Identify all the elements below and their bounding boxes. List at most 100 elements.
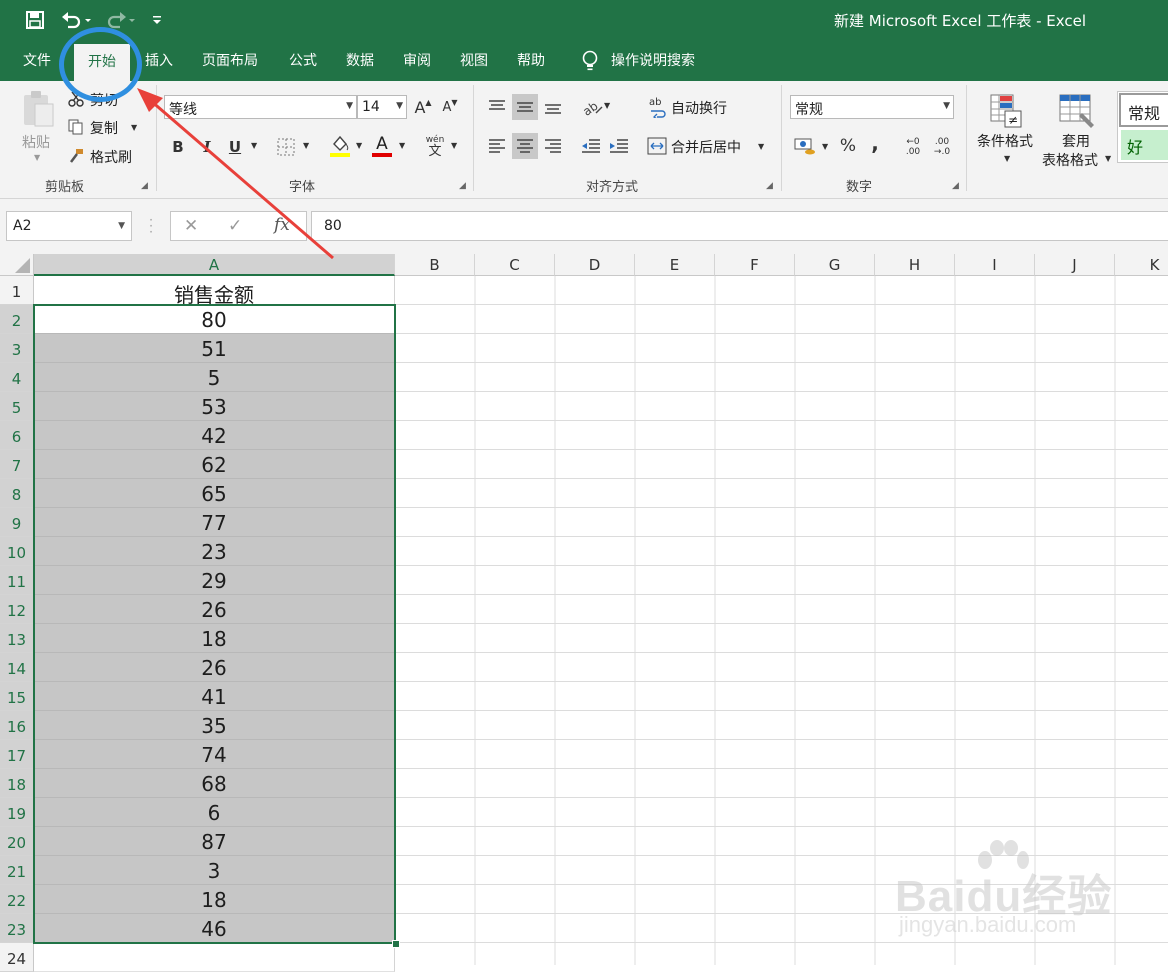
column-header-e[interactable]: E — [635, 254, 715, 276]
accounting-format-icon[interactable] — [793, 135, 817, 157]
conditional-format-icon[interactable]: ≠ — [988, 91, 1024, 131]
paste-icon[interactable] — [20, 89, 56, 129]
cell-a[interactable]: 3 — [34, 856, 395, 885]
cell-a[interactable]: 18 — [34, 885, 395, 914]
tab-formulas[interactable]: 公式 — [289, 48, 317, 74]
row-header[interactable]: 1 — [0, 276, 34, 305]
decrease-font-icon[interactable]: A ▼ — [440, 97, 460, 117]
wrap-text-icon[interactable]: ab — [647, 95, 669, 119]
row-header[interactable]: 8 — [0, 479, 34, 508]
table-format-label-1[interactable]: 套用 — [1062, 131, 1090, 151]
conditional-format-dropdown-icon[interactable]: ▼ — [1004, 154, 1010, 163]
select-all-button[interactable] — [0, 254, 34, 276]
percent-style-button[interactable]: % — [837, 134, 859, 158]
table-format-icon[interactable] — [1057, 91, 1097, 131]
column-header-h[interactable]: H — [875, 254, 955, 276]
decrease-indent-icon[interactable] — [578, 133, 604, 159]
cell-a[interactable]: 26 — [34, 595, 395, 624]
row-header[interactable]: 23 — [0, 914, 34, 943]
cell-a[interactable]: 62 — [34, 450, 395, 479]
cell-a[interactable]: 41 — [34, 682, 395, 711]
wrap-text-button[interactable]: 自动换行 — [671, 98, 727, 118]
row-header[interactable]: 21 — [0, 856, 34, 885]
column-header-d[interactable]: D — [555, 254, 635, 276]
row-header[interactable]: 6 — [0, 421, 34, 450]
copy-icon[interactable] — [67, 118, 85, 136]
row-header[interactable]: 17 — [0, 740, 34, 769]
row-header[interactable]: 16 — [0, 711, 34, 740]
table-format-dropdown-icon[interactable]: ▼ — [1105, 154, 1111, 163]
cell-a[interactable]: 35 — [34, 711, 395, 740]
chevron-down-icon[interactable]: ▼ — [118, 221, 125, 231]
column-header-i[interactable]: I — [955, 254, 1035, 276]
column-header-k[interactable]: K — [1115, 254, 1168, 276]
cell-a[interactable] — [34, 943, 395, 972]
format-painter-icon[interactable] — [67, 147, 85, 165]
row-header[interactable]: 24 — [0, 943, 34, 972]
column-header-c[interactable]: C — [475, 254, 555, 276]
merge-center-button[interactable]: 合并后居中 — [671, 137, 741, 157]
fill-handle[interactable] — [392, 940, 400, 948]
number-format-combo[interactable]: 常规 ▼ — [790, 95, 954, 119]
font-color-icon[interactable]: A — [371, 133, 393, 159]
cell-a[interactable]: 77 — [34, 508, 395, 537]
row-header[interactable]: 18 — [0, 769, 34, 798]
align-center-icon[interactable] — [512, 133, 538, 159]
cell-a[interactable]: 26 — [34, 653, 395, 682]
row-header[interactable]: 4 — [0, 363, 34, 392]
formula-input[interactable]: 80 — [311, 211, 1168, 241]
cell-a[interactable]: 74 — [34, 740, 395, 769]
name-box[interactable]: A2 ▼ — [6, 211, 132, 241]
row-header[interactable]: 5 — [0, 392, 34, 421]
cell-a[interactable]: 18 — [34, 624, 395, 653]
row-header[interactable]: 9 — [0, 508, 34, 537]
cell-a[interactable]: 23 — [34, 537, 395, 566]
orientation-icon[interactable]: ab — [580, 94, 606, 120]
tell-me-search[interactable]: 操作说明搜索 — [611, 48, 695, 74]
row-header[interactable]: 12 — [0, 595, 34, 624]
phonetic-icon[interactable]: wén 文 — [423, 133, 447, 159]
font-color-dropdown-icon[interactable]: ▼ — [399, 141, 405, 150]
cell-a[interactable]: 68 — [34, 769, 395, 798]
decrease-decimal-icon[interactable]: .00 →.0 — [929, 135, 955, 159]
number-launcher-icon[interactable]: ◢ — [952, 181, 959, 191]
merge-center-icon[interactable] — [646, 135, 668, 157]
alignment-launcher-icon[interactable]: ◢ — [766, 181, 773, 191]
header-cell-a1[interactable]: 销售金额 — [34, 276, 395, 307]
lightbulb-icon[interactable] — [579, 48, 601, 74]
tab-data[interactable]: 数据 — [346, 48, 374, 74]
row-header[interactable]: 2 — [0, 305, 34, 334]
merge-dropdown-icon[interactable]: ▼ — [758, 142, 764, 151]
save-icon[interactable] — [22, 8, 48, 32]
font-launcher-icon[interactable]: ◢ — [459, 181, 466, 191]
column-header-j[interactable]: J — [1035, 254, 1115, 276]
font-size-combo[interactable]: 14 ▼ — [357, 95, 407, 119]
align-top-icon[interactable] — [484, 94, 510, 120]
cell-a[interactable]: 42 — [34, 421, 395, 450]
cell-styles-gallery[interactable]: 常规 好 — [1117, 91, 1168, 163]
align-right-icon[interactable] — [540, 133, 566, 159]
column-header-g[interactable]: G — [795, 254, 875, 276]
style-normal[interactable]: 常规 — [1119, 93, 1168, 127]
paste-button[interactable]: 粘贴 — [22, 132, 50, 152]
row-header[interactable]: 14 — [0, 653, 34, 682]
row-header[interactable]: 13 — [0, 624, 34, 653]
increase-font-icon[interactable]: A ▲ — [413, 97, 433, 117]
row-header[interactable]: 19 — [0, 798, 34, 827]
row-header[interactable]: 20 — [0, 827, 34, 856]
column-header-b[interactable]: B — [395, 254, 475, 276]
tab-review[interactable]: 审阅 — [403, 48, 431, 74]
cell-a[interactable]: 53 — [34, 392, 395, 421]
copy-button[interactable]: 复制 — [90, 118, 118, 138]
chevron-down-icon[interactable]: ▼ — [396, 101, 403, 111]
align-bottom-icon[interactable] — [540, 94, 566, 120]
row-header[interactable]: 11 — [0, 566, 34, 595]
orientation-dropdown-icon[interactable]: ▼ — [604, 101, 610, 110]
cell-a[interactable]: 29 — [34, 566, 395, 595]
row-header[interactable]: 3 — [0, 334, 34, 363]
accounting-dropdown-icon[interactable]: ▼ — [822, 142, 828, 151]
column-header-f[interactable]: F — [715, 254, 795, 276]
chevron-down-icon[interactable]: ▼ — [346, 101, 353, 111]
tab-view[interactable]: 视图 — [460, 48, 488, 74]
tab-help[interactable]: 帮助 — [517, 48, 545, 74]
